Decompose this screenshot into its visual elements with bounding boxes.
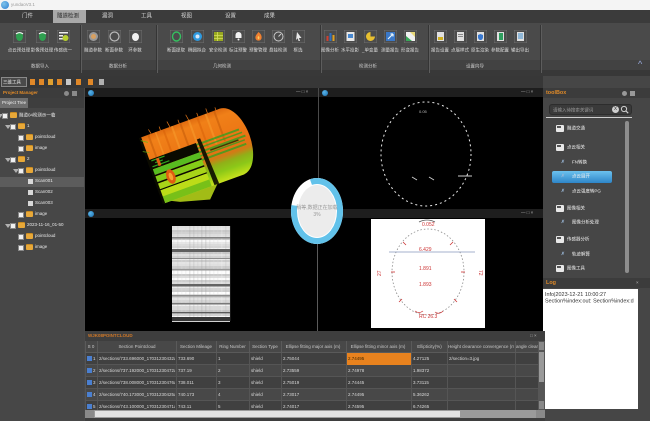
svg-text:72: 72 bbox=[477, 270, 483, 276]
svg-text:1.893: 1.893 bbox=[419, 282, 432, 288]
svg-text:0.052: 0.052 bbox=[422, 222, 435, 228]
svg-text:6.429: 6.429 bbox=[419, 247, 432, 253]
svg-text:3%: 3% bbox=[313, 212, 321, 218]
svg-text:RC 26.3: RC 26.3 bbox=[419, 314, 438, 320]
svg-text:稍等,数据正在加载: 稍等,数据正在加载 bbox=[296, 204, 337, 211]
svg-text:27: 27 bbox=[377, 270, 383, 276]
svg-text:1.891: 1.891 bbox=[419, 266, 432, 272]
svg-text:0.05: 0.05 bbox=[419, 109, 428, 114]
